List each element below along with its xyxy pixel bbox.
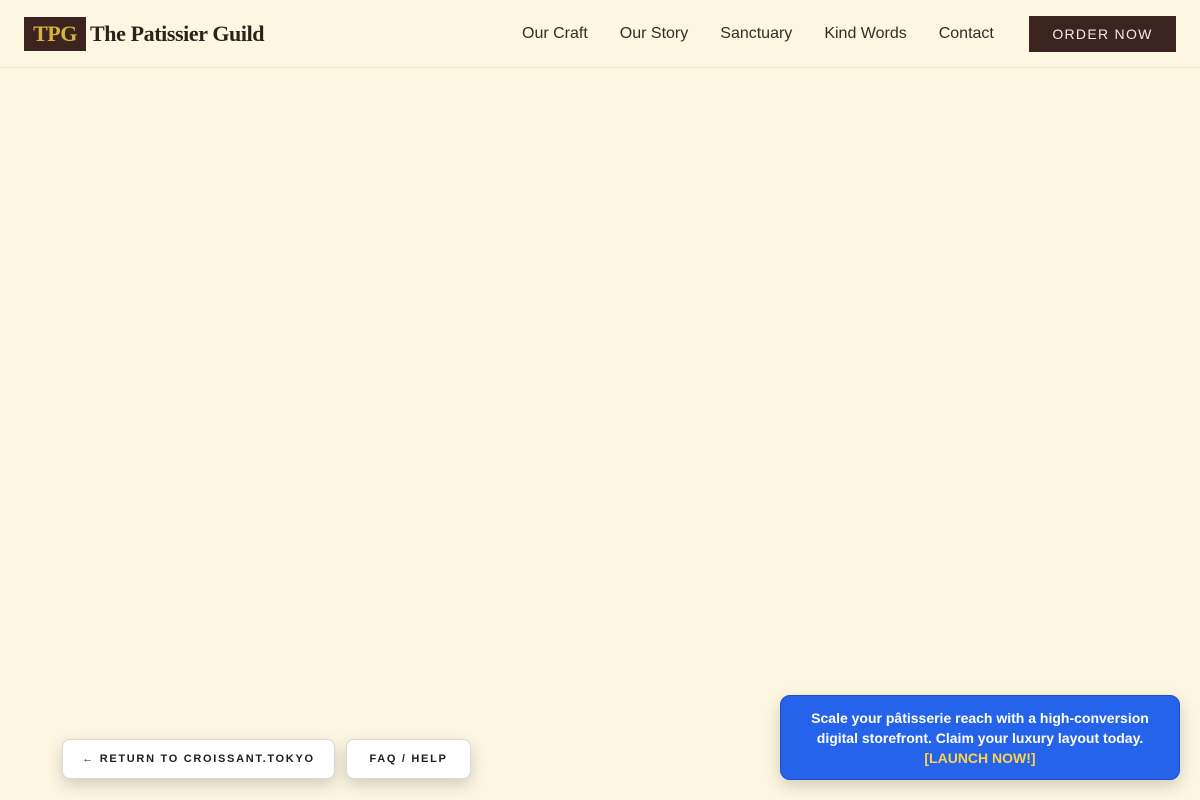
site-header: TPG The Patissier Guild Our Craft Our St… (0, 0, 1200, 68)
footer-buttons: ← RETURN TO CROISSANT.TOKYO FAQ / HELP (62, 739, 471, 779)
order-now-button[interactable]: ORDER NOW (1029, 16, 1176, 52)
site-logo[interactable]: TPG The Patissier Guild (24, 17, 265, 51)
promo-banner[interactable]: Scale your pâtisserie reach with a high-… (780, 695, 1180, 780)
logo-mark: TPG (24, 17, 86, 51)
logo-text: The Patissier Guild (90, 21, 265, 46)
promo-line-1: Scale your pâtisserie reach with a high-… (811, 709, 1149, 726)
main-nav: Our Craft Our Story Sanctuary Kind Words… (522, 24, 994, 44)
nav-item-kind-words[interactable]: Kind Words (824, 24, 906, 44)
promo-launch-link[interactable]: [LAUNCH NOW!] (924, 748, 1035, 768)
faq-help-button[interactable]: FAQ / HELP (346, 739, 471, 779)
nav-item-our-story[interactable]: Our Story (620, 24, 688, 44)
return-to-site-button[interactable]: ← RETURN TO CROISSANT.TOKYO (62, 739, 335, 779)
nav-item-sanctuary[interactable]: Sanctuary (720, 24, 792, 44)
nav-item-contact[interactable]: Contact (939, 24, 994, 44)
promo-line-2: digital storefront. Claim your luxury la… (816, 729, 1144, 746)
nav-item-our-craft[interactable]: Our Craft (522, 24, 588, 44)
